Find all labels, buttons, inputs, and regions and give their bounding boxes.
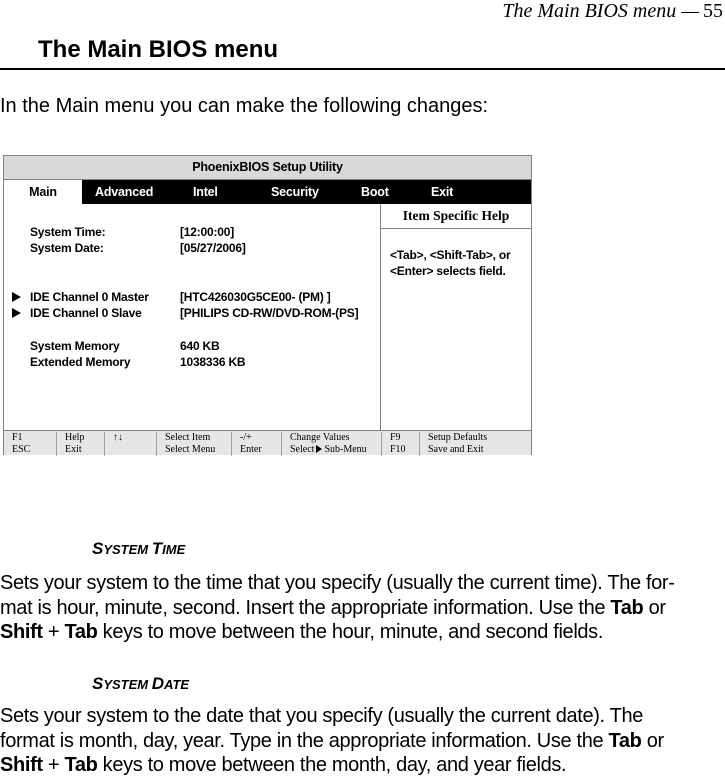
setting-value[interactable]: [05/27/2006] <box>180 240 246 256</box>
running-head-title: The Main BIOS menu — <box>502 0 699 22</box>
submenu-arrow-icon <box>12 308 21 318</box>
key-tab: Tab <box>64 754 98 776</box>
key-desc: Save and Exit <box>428 443 484 455</box>
heading-smallcaps: ATE <box>164 677 190 692</box>
para-text: or <box>643 596 666 619</box>
help-line: <Tab>, <Shift-Tab>, or <box>390 248 511 262</box>
key-desc: Select Menu <box>165 443 216 455</box>
key-label: -/+ <box>240 432 252 443</box>
subheading-system-time: SYSTEM TIME <box>92 539 185 560</box>
key-minus-plus-enter: -/+ Enter <box>231 432 281 456</box>
para-text: + <box>42 754 65 776</box>
bios-settings-panel: System Time: [12:00:00] System Date: [05… <box>4 204 381 430</box>
key-label: F10 <box>390 443 406 455</box>
paragraph-system-time: Sets your system to the time that you sp… <box>0 571 722 645</box>
setting-label: IDE Channel 0 Master <box>30 290 149 304</box>
key-select-desc: Select Item Select Menu <box>156 432 231 456</box>
tab-boot[interactable]: Boot <box>361 180 389 204</box>
key-shift: Shift <box>0 754 43 776</box>
bios-body: System Time: [12:00:00] System Date: [05… <box>4 204 531 430</box>
bios-key-legend: F1 ESC Help Exit ↑↓ Select Item Select M… <box>4 430 531 456</box>
para-line: Sets your system to the time that you sp… <box>0 572 675 594</box>
key-tab: Tab <box>608 729 642 752</box>
tab-advanced[interactable]: Advanced <box>95 180 153 204</box>
setting-value: [HTC426030G5CE00- (PM) ] <box>180 290 331 304</box>
key-f9-f10: F9 F10 <box>381 432 419 456</box>
para-text: keys to move between the month, day, and… <box>97 754 567 776</box>
key-tab: Tab <box>610 596 644 619</box>
para-line: Sets your system to the date that you sp… <box>0 705 644 727</box>
page-number: 55 <box>703 0 723 22</box>
heading-smallcaps: YSTEM <box>103 542 152 557</box>
setting-value[interactable]: [12:00:00] <box>180 224 234 240</box>
tab-security[interactable]: Security <box>271 180 319 204</box>
setting-label: Extended Memory <box>30 355 131 369</box>
key-defaults-save: Setup Defaults Save and Exit <box>419 432 531 456</box>
key-label: Enter <box>240 443 262 455</box>
key-tab: Tab <box>64 621 98 643</box>
setting-value: [PHILIPS CD-RW/DVD-ROM-(PS] <box>180 306 359 320</box>
setting-label: System Date: <box>30 241 104 255</box>
submenu-arrow-icon <box>12 292 21 302</box>
key-change-desc: Change Values Select Sub-Menu <box>281 432 381 456</box>
tab-main[interactable]: Main <box>4 180 82 204</box>
key-desc: Select Sub-Menu <box>290 444 381 456</box>
submenu-arrow-icon <box>316 444 323 453</box>
up-down-arrows-icon: ↑↓ <box>113 432 123 443</box>
key-shift: Shift <box>0 621 43 643</box>
key-desc-select: Select <box>290 443 315 455</box>
heading-smallcaps: YSTEM <box>103 677 152 692</box>
para-text: mat is hour, minute, second. Insert the … <box>0 596 611 619</box>
heading-cap: S <box>92 674 104 693</box>
key-label: ESC <box>12 443 31 455</box>
heading-cap: S <box>92 539 104 558</box>
heading-cap: T <box>151 539 163 558</box>
subheading-system-date: SYSTEM DATE <box>92 674 189 695</box>
key-desc: Select Item <box>165 432 211 443</box>
para-text: + <box>42 621 65 643</box>
para-text: or <box>641 729 664 752</box>
setting-label: System Memory <box>30 339 120 353</box>
key-desc-submenu: Sub-Menu <box>324 443 367 455</box>
bios-screenshot: PhoenixBIOS Setup Utility Main Advanced … <box>3 155 532 456</box>
key-desc: Help <box>65 432 85 443</box>
para-text: keys to move between the hour, minute, a… <box>97 621 604 643</box>
tab-intel[interactable]: Intel <box>193 180 218 204</box>
key-desc: Exit <box>65 443 82 455</box>
para-line: Shift + Tab keys to move between the hou… <box>0 620 722 645</box>
heading-cap: D <box>151 674 165 693</box>
help-text: <Tab>, <Shift-Tab>, or <Enter> selects f… <box>381 229 531 279</box>
key-label: F9 <box>390 432 401 443</box>
key-desc: Change Values <box>290 432 350 443</box>
setting-label: System Time: <box>30 225 106 239</box>
help-line: <Enter> selects field. <box>390 264 506 278</box>
key-desc: Setup Defaults <box>428 432 488 443</box>
bios-title-bar: PhoenixBIOS Setup Utility <box>4 156 531 180</box>
setting-value: 640 KB <box>180 339 220 353</box>
setting-label: IDE Channel 0 Slave <box>30 306 142 320</box>
help-title: Item Specific Help <box>381 204 531 229</box>
tab-exit[interactable]: Exit <box>431 180 453 204</box>
key-f1-esc: F1 ESC <box>4 432 56 456</box>
page-title: The Main BIOS menu <box>38 36 279 63</box>
key-help-exit: Help Exit <box>56 432 104 456</box>
heading-smallcaps: IME <box>162 542 186 557</box>
para-text: format is month, day, year. Type in the … <box>0 729 609 752</box>
item-help-panel: Item Specific Help <Tab>, <Shift-Tab>, o… <box>381 204 531 430</box>
para-line: mat is hour, minute, second. Insert the … <box>0 596 722 621</box>
key-label: F1 <box>12 432 23 443</box>
paragraph-system-date: Sets your system to the date that you sp… <box>0 704 722 778</box>
intro-text: In the Main menu you can make the follow… <box>0 95 489 117</box>
running-head: The Main BIOS menu —55 <box>502 0 723 22</box>
key-arrows: ↑↓ <box>104 432 156 456</box>
para-line: Shift + Tab keys to move between the mon… <box>0 753 722 778</box>
setting-value: 1038336 KB <box>180 355 246 369</box>
bios-tab-bar: Main Advanced Intel Security Boot Exit <box>4 180 531 204</box>
title-rule <box>0 68 725 70</box>
para-line: format is month, day, year. Type in the … <box>0 729 722 754</box>
